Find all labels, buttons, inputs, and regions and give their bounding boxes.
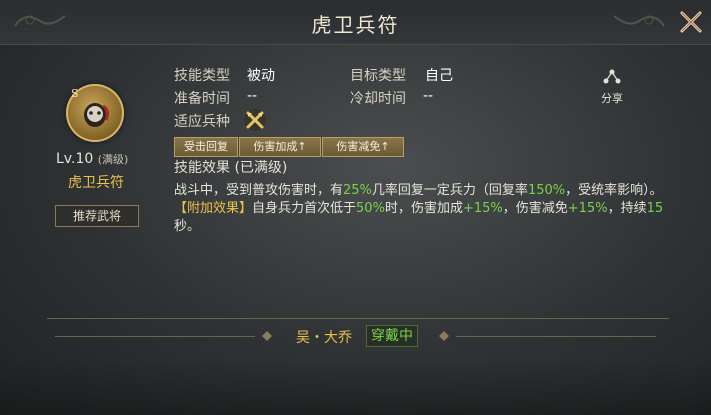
skill-description: 战斗中，受到普攻伤害时，有25%几率回复一定兵力（回复率150%，受统率影响）。… bbox=[174, 182, 674, 236]
equipped-general-bar: 吴・大乔 穿戴中 bbox=[0, 325, 711, 351]
desc-number: 15 bbox=[646, 201, 664, 216]
desc-number: 150% bbox=[527, 183, 566, 198]
tag-damage-reduction: 伤害减免↑ bbox=[322, 137, 404, 157]
cloud-ornament-icon bbox=[613, 15, 665, 27]
general-name[interactable]: 吴・大乔 bbox=[296, 327, 352, 347]
tiger-mask-icon bbox=[84, 103, 109, 127]
desc-number: 25% bbox=[343, 183, 372, 198]
desc-text: ，持续 bbox=[607, 201, 647, 216]
diamond-ornament-icon bbox=[439, 331, 449, 341]
share-button[interactable]: 分享 bbox=[592, 69, 632, 105]
share-icon bbox=[603, 69, 621, 84]
skill-effect-title: 技能效果 (已满级) bbox=[174, 160, 288, 176]
desc-text: ，伤害减免 bbox=[502, 201, 568, 216]
desc-text: 几率回复一定兵力（回复率 bbox=[371, 183, 528, 198]
tag-damage-boost: 伤害加成↑ bbox=[239, 137, 321, 157]
equipped-status-badge: 穿戴中 bbox=[366, 325, 418, 347]
desc-text: 时，伤害加成 bbox=[384, 201, 463, 216]
recommend-general-button[interactable]: 推荐武将 bbox=[55, 205, 139, 227]
close-icon[interactable] bbox=[677, 8, 705, 36]
title-bar: 虎卫兵符 bbox=[0, 0, 711, 45]
prep-time-value: -- bbox=[247, 88, 258, 104]
skill-type-label: 技能类型 bbox=[174, 68, 230, 84]
divider bbox=[47, 318, 669, 319]
desc-text: ，受统率影响）。 bbox=[565, 183, 663, 198]
target-type-value: 自己 bbox=[425, 68, 453, 84]
target-type-label: 目标类型 bbox=[350, 68, 406, 84]
skill-level: Lv.10 (满级) bbox=[56, 151, 146, 167]
level-value: Lv.10 bbox=[56, 151, 94, 167]
desc-number: 50% bbox=[356, 201, 385, 216]
cooldown-value: -- bbox=[423, 88, 434, 104]
desc-text: 自身兵力首次低于 bbox=[252, 201, 357, 216]
diamond-ornament-icon bbox=[262, 331, 272, 341]
desc-text: 秒。 bbox=[174, 219, 201, 234]
background-mist bbox=[0, 360, 711, 415]
troop-type-label: 适应兵种 bbox=[174, 114, 230, 130]
tag-hit-recovery: 受击回复 bbox=[174, 137, 238, 157]
share-label: 分享 bbox=[601, 92, 623, 105]
desc-text: 战斗中，受到普攻伤害时，有 bbox=[174, 183, 344, 198]
bonus-effect-tag: 【附加效果】 bbox=[174, 201, 253, 216]
crossed-weapons-icon bbox=[244, 109, 266, 131]
skill-emblem-icon: S bbox=[66, 84, 124, 142]
page-title: 虎卫兵符 bbox=[311, 13, 400, 37]
desc-number: +15% bbox=[462, 201, 503, 216]
prep-time-label: 准备时间 bbox=[174, 91, 230, 107]
skill-type-value: 被动 bbox=[247, 68, 275, 84]
desc-number: +15% bbox=[567, 201, 608, 216]
cooldown-label: 冷却时间 bbox=[350, 91, 406, 107]
divider bbox=[55, 336, 255, 337]
level-max-note: (满级) bbox=[97, 153, 129, 166]
divider bbox=[456, 336, 656, 337]
skill-name: 虎卫兵符 bbox=[68, 175, 124, 191]
skill-detail-panel: S Lv.10 (满级) 虎卫兵符 推荐武将 技能类型 被动 目标类型 自己 准… bbox=[44, 56, 669, 326]
